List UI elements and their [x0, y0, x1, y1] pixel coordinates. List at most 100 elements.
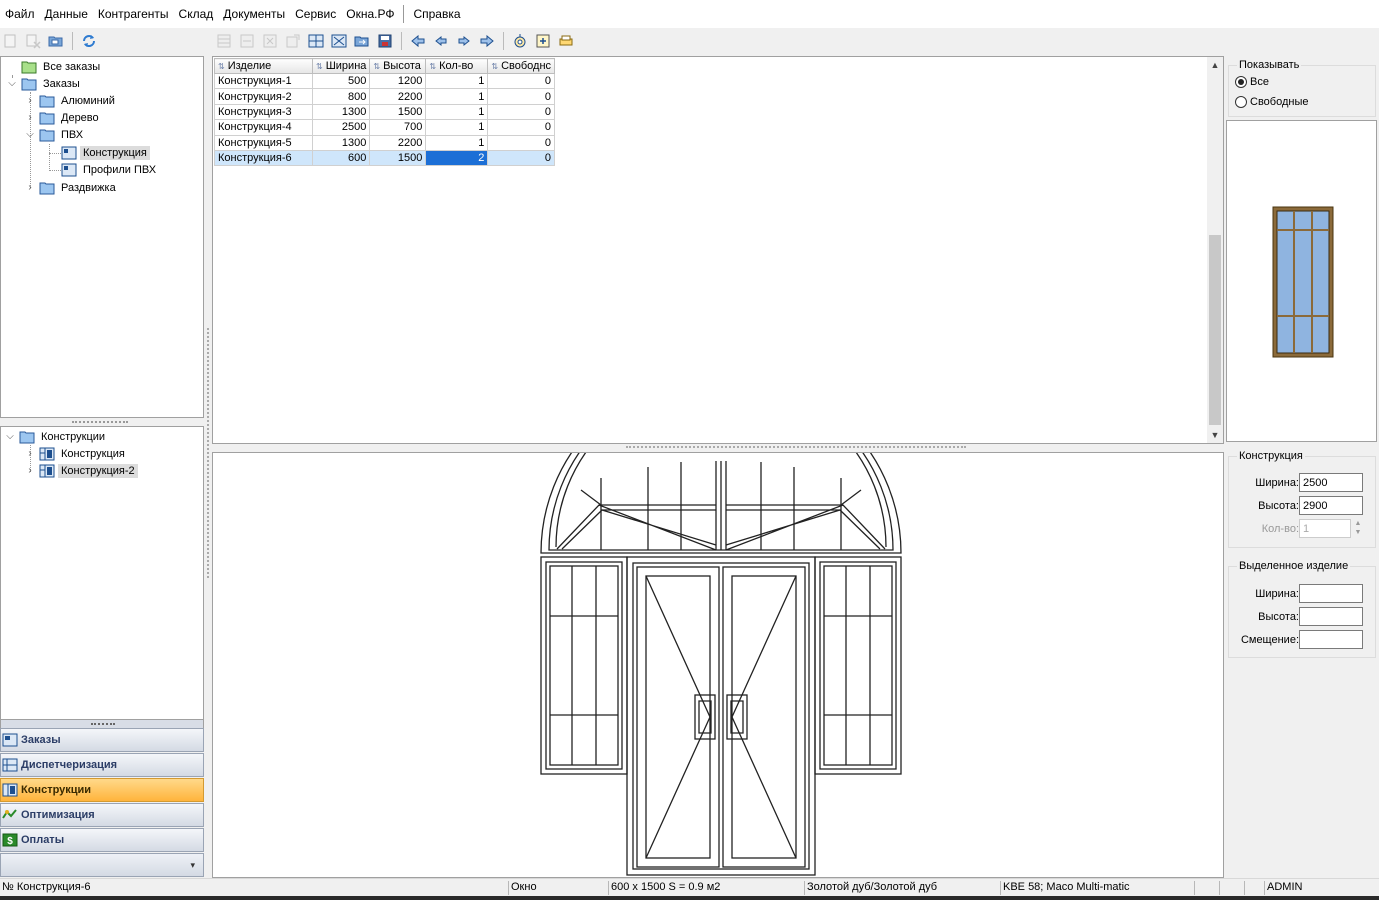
construction-width-input[interactable] — [1299, 473, 1363, 492]
chevron-down-icon[interactable]: ⌵ — [24, 129, 36, 141]
tree-item-wood[interactable]: › Дерево — [24, 109, 102, 126]
menu-bar: Файл Данные Контрагенты Склад Документы … — [0, 0, 1379, 28]
table-row[interactable]: Конструкция-2 800 2200 1 0 — [214, 88, 556, 105]
chevron-down-icon[interactable]: ⌵ — [6, 78, 18, 90]
save-icon[interactable] — [375, 31, 395, 51]
grid-edit-icon[interactable] — [237, 31, 257, 51]
tree-item-aluminum[interactable]: › Алюминий — [24, 92, 118, 109]
refresh-icon[interactable] — [79, 31, 99, 51]
construction-height-input[interactable] — [1299, 496, 1363, 515]
tree-item-construction-2[interactable]: › Конструкция-2 — [24, 462, 138, 479]
print-icon[interactable] — [556, 31, 576, 51]
vertical-splitter[interactable] — [204, 56, 212, 878]
selected-height-input[interactable] — [1299, 607, 1363, 626]
table-row[interactable]: Конструкция-1 500 1200 1 0 — [214, 72, 556, 90]
new-doc-icon[interactable] — [0, 31, 20, 51]
grid-delete-icon[interactable] — [260, 31, 280, 51]
show-free-radio[interactable]: Свободные — [1235, 96, 1308, 108]
delete-doc-icon[interactable] — [23, 31, 43, 51]
selected-offset-input[interactable] — [1299, 630, 1363, 649]
menu-separator — [403, 5, 405, 23]
nav-constructions-button[interactable]: Конструкции — [0, 778, 204, 802]
construction-qty-input[interactable] — [1299, 519, 1351, 538]
menu-warehouse[interactable]: Склад — [174, 7, 219, 21]
grid-scrollbar[interactable]: ▲ ▼ — [1207, 57, 1223, 443]
tree-item-sliding[interactable]: › Раздвижка — [24, 179, 119, 196]
col-header-qty[interactable]: ⇅ Кол-во — [425, 58, 489, 74]
svg-text:$: $ — [7, 836, 13, 847]
prev-arrow-icon[interactable] — [431, 31, 451, 51]
table-row[interactable]: Конструкция-3 1300 1500 1 0 — [214, 103, 556, 121]
selected-width-input[interactable] — [1299, 584, 1363, 603]
tree-item-construction-1[interactable]: › Конструкция — [24, 445, 128, 462]
col-header-width[interactable]: ⇅ Ширина — [311, 58, 371, 74]
menu-contractors[interactable]: Контрагенты — [93, 7, 174, 21]
menu-data[interactable]: Данные — [40, 7, 93, 21]
folder-arrow-icon[interactable] — [352, 31, 372, 51]
nav-optimization-button[interactable]: Оптимизация — [0, 803, 204, 827]
menu-help[interactable]: Справка — [408, 7, 465, 21]
next-arrow-icon[interactable] — [454, 31, 474, 51]
show-all-radio[interactable]: Все — [1235, 76, 1269, 88]
window-icon[interactable] — [306, 31, 326, 51]
tree-item-pvc-profiles[interactable]: Профили ПВХ — [58, 161, 159, 178]
grid-add-icon[interactable] — [214, 31, 234, 51]
folder-icon — [39, 112, 55, 124]
status-color: Золотой дуб/Золотой дуб — [804, 881, 1000, 895]
chevron-down-icon[interactable]: ⌵ — [4, 431, 16, 443]
menu-service[interactable]: Сервис — [290, 7, 341, 21]
tree-item-orders[interactable]: ⌵ Заказы — [6, 75, 83, 92]
scroll-up-icon[interactable]: ▲ — [1207, 57, 1223, 73]
table-row-selected[interactable]: Конструкция-6 600 1500 2 0 — [214, 149, 556, 167]
menu-documents[interactable]: Документы — [218, 7, 290, 21]
properties-panel: Показывать Все Свободные Конструкция Шир… — [1224, 56, 1379, 878]
qty-stepper[interactable]: ▲ ▼ — [1352, 519, 1364, 538]
nav-orders-button[interactable]: Заказы — [0, 728, 204, 752]
tree-item-constructions-root[interactable]: ⌵ Конструкции — [4, 428, 108, 445]
grid-export-icon[interactable] — [283, 31, 303, 51]
chevron-right-icon[interactable]: › — [24, 112, 36, 124]
nav-payments-button[interactable]: $ Оплаты — [0, 828, 204, 852]
tree-item-pvc[interactable]: ⌵ ПВХ — [24, 126, 86, 143]
table-row[interactable]: Конструкция-5 1300 2200 1 0 — [214, 134, 556, 151]
arch-mullion — [715, 461, 727, 550]
settings-gear-icon[interactable] — [510, 31, 530, 51]
nav-dispatch-button[interactable]: Диспетчеризация — [0, 753, 204, 777]
col-header-height[interactable]: ⇅ Высота — [369, 58, 427, 74]
constructions-icon — [2, 783, 18, 797]
menu-oknarf[interactable]: Окна.РФ — [341, 7, 399, 21]
main-splitter[interactable] — [212, 444, 1224, 452]
chevron-right-icon[interactable]: › — [24, 448, 36, 460]
left-splitter[interactable] — [0, 418, 204, 426]
constructions-grid-panel: ⇅ Изделие ⇅ Ширина ⇅ Высота ⇅ Кол-во ⇅ Свобод… — [212, 56, 1224, 444]
menu-file[interactable]: Файл — [0, 7, 40, 21]
left-window-bars — [550, 566, 618, 765]
arch-diagonal-right — [725, 504, 886, 551]
construction-drawing[interactable] — [213, 453, 1223, 877]
tree-item-all-orders[interactable]: Все заказы — [6, 58, 103, 75]
door-frame — [626, 556, 816, 876]
right-window-bars — [824, 566, 892, 765]
table-row[interactable]: Конструкция-4 2500 700 1 0 — [214, 119, 556, 136]
constructions-tree: ⌵ Конструкции › Конструкция › Конструкци… — [0, 426, 204, 720]
chevron-right-icon[interactable]: › — [24, 182, 36, 194]
scrollbar-thumb[interactable] — [1209, 235, 1221, 425]
col-header-free[interactable]: ⇅ Свободнс — [487, 58, 556, 74]
first-arrow-icon[interactable] — [408, 31, 428, 51]
window-cross-icon[interactable] — [329, 31, 349, 51]
col-header-item[interactable]: ⇅ Изделие — [214, 58, 313, 74]
window-preview-image — [1272, 206, 1334, 358]
open-folder-icon[interactable] — [46, 31, 66, 51]
tree-item-construction[interactable]: Конструкция — [58, 144, 150, 161]
chevron-right-icon[interactable]: › — [24, 465, 36, 477]
calculate-icon[interactable] — [533, 31, 553, 51]
nav-configure[interactable]: ▾ — [0, 853, 204, 877]
left-window-inner — [545, 561, 623, 770]
chevron-right-icon[interactable]: › — [24, 95, 36, 107]
show-filter-group: Показывать Все Свободные — [1228, 59, 1376, 117]
scroll-down-icon[interactable]: ▼ — [1207, 427, 1223, 443]
construction-drawing-panel — [212, 452, 1224, 878]
chevron-down-icon[interactable]: ▾ — [190, 860, 195, 871]
last-arrow-icon[interactable] — [477, 31, 497, 51]
nav-grip[interactable] — [0, 720, 204, 728]
